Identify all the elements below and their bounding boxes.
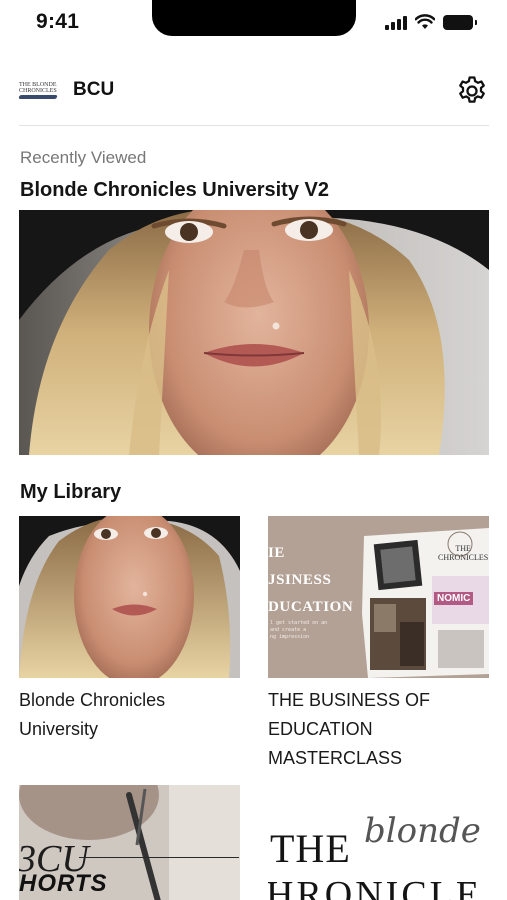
course-title-line: MASTERCLASS [268,748,403,768]
recent-course-image[interactable] [19,210,489,455]
status-bar: 9:41 [0,0,507,50]
recently-viewed-caption: Recently Viewed [20,148,147,167]
course-thumbnail[interactable]: 3CU HORTS [19,785,240,900]
cellular-signal-icon [385,15,407,30]
chronicles-badge: THE CHRONICLES [438,544,489,562]
my-library-heading: My Library [20,481,122,503]
recent-course-title[interactable]: Blonde Chronicles University V2 [20,179,329,202]
portrait-thumbnail [19,516,240,678]
brand-logo[interactable]: THE BLONDE CHRONICLES [18,80,59,100]
logo-swoosh [18,94,58,99]
device-notch [152,0,356,36]
thumbnail-subheadline: HRONICLE [268,874,483,900]
header-divider [19,125,489,126]
status-time: 9:41 [36,10,80,33]
portrait-image [19,210,489,455]
course-thumbnail[interactable]: THE blonde HRONICLE [268,785,489,900]
course-title-line: EDUCATION [268,719,373,739]
course-title-line: University [19,719,99,739]
app-header: THE BLONDE CHRONICLES BCU [18,70,489,110]
thumbnail-subheadline: HORTS [19,870,108,897]
thumbnail-headline: IE JSINESS DUCATION [268,545,354,615]
library-card[interactable]: 3CU HORTS [19,785,240,900]
thumbnail-subtext: l get started on an and create a ng impr… [270,620,328,640]
thumbnail-headline: THE [270,826,351,871]
course-title[interactable]: Blonde Chronicles University [19,686,240,744]
app-title: BCU [73,79,115,100]
course-title-line: THE BUSINESS OF [268,690,431,710]
library-card[interactable]: IE JSINESS DUCATION l get started on an … [268,516,489,773]
gear-icon[interactable] [455,74,489,108]
collage-label: NOMIC [434,592,474,605]
library-card[interactable]: Blonde Chronicles University [19,516,240,744]
course-thumbnail[interactable] [19,516,240,678]
status-icons [385,14,477,30]
battery-icon [443,14,477,30]
logo-line2: CHRONICLES [19,87,57,94]
course-title[interactable]: THE BUSINESS OF EDUCATION MASTERCLASS [268,686,489,773]
divider-line [79,857,239,858]
course-title-line: Blonde Chronicles [19,690,166,710]
course-thumbnail[interactable]: IE JSINESS DUCATION l get started on an … [268,516,489,678]
library-card[interactable]: THE blonde HRONICLE [268,785,489,900]
wifi-icon [415,14,435,29]
thumbnail-script-word: blonde [364,811,481,851]
